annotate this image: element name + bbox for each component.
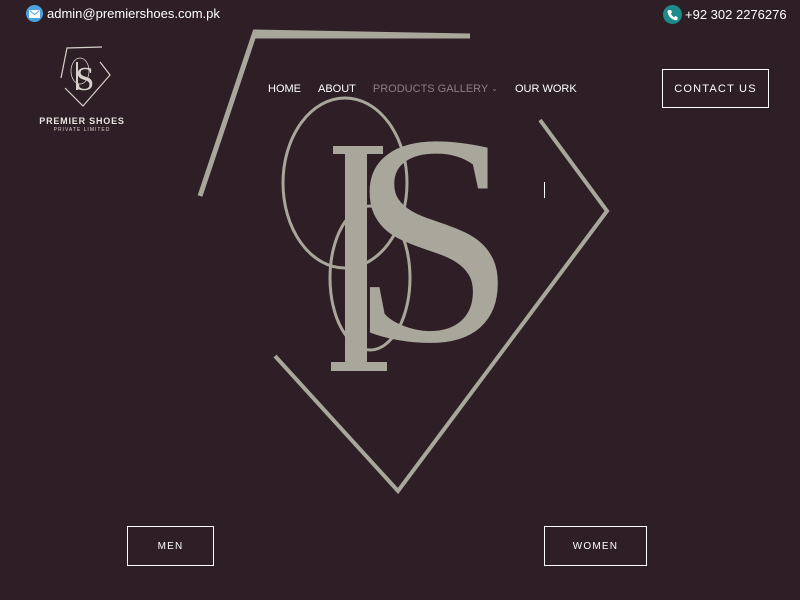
nav-home[interactable]: HOME: [268, 83, 301, 95]
phone-text[interactable]: +92 302 2276276: [685, 7, 787, 22]
page: admin@premiershoes.com.pk +92 302 227627…: [0, 0, 800, 600]
main-nav: HOME ABOUT PRODUCTS GALLERY ⌄ OUR WORK: [268, 83, 577, 95]
phone-icon: [663, 5, 682, 24]
chevron-down-icon: ⌄: [491, 83, 498, 93]
women-button[interactable]: WOMEN: [544, 526, 647, 566]
svg-text:S: S: [350, 73, 517, 405]
brand-name: PREMIER SHOES: [39, 116, 125, 126]
logo-monogram-icon: S: [60, 46, 111, 107]
nav-our-work[interactable]: OUR WORK: [515, 83, 577, 95]
envelope-icon: [26, 5, 43, 22]
contact-us-button[interactable]: CONTACT US: [662, 69, 769, 108]
phone-contact[interactable]: +92 302 2276276: [663, 5, 787, 24]
email-contact[interactable]: admin@premiershoes.com.pk: [26, 5, 220, 22]
hero-monogram-logo: S: [197, 29, 610, 495]
nav-about[interactable]: ABOUT: [318, 83, 356, 95]
men-button[interactable]: MEN: [127, 526, 214, 566]
svg-text:S: S: [76, 61, 95, 98]
brand-subtitle: PRIVATE LIMITED: [53, 127, 111, 133]
text-cursor: [544, 182, 545, 198]
nav-products-gallery-label: PRODUCTS GALLERY: [372, 83, 489, 95]
site-logo[interactable]: S PREMIER SHOES PRIVATE LIMITED: [32, 44, 132, 133]
email-text[interactable]: admin@premiershoes.com.pk: [47, 6, 220, 21]
nav-products-gallery[interactable]: PRODUCTS GALLERY ⌄: [373, 83, 498, 95]
